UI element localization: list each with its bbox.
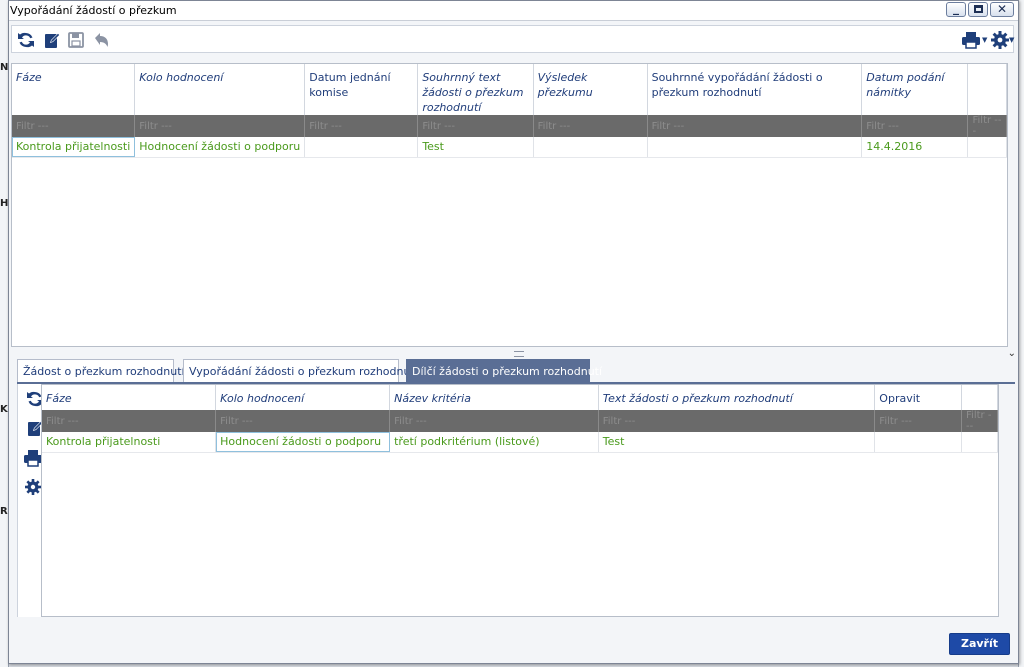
settings-icon[interactable] (990, 30, 1010, 50)
table-cell[interactable] (533, 137, 648, 158)
column-header-extra[interactable] (967, 64, 1007, 115)
print-icon[interactable] (961, 30, 983, 50)
column-header-datum-jednani-komise[interactable]: Datum jednání komise (304, 64, 419, 115)
table-cell[interactable]: třetí podkritérium (listové) (389, 432, 599, 453)
column-header-vysledek-prezkumu[interactable]: Výsledek přezkumu (533, 64, 648, 115)
table-cell[interactable]: Test (417, 137, 534, 158)
filter-input[interactable]: Filtr --- (12, 115, 136, 137)
maximize-button[interactable] (968, 2, 988, 17)
column-header-opravit[interactable]: Opravit (874, 385, 963, 410)
tab-dilci-zadosti[interactable]: Dílčí žádosti o přezkum rozhodnutí (406, 359, 602, 383)
filter-input[interactable]: Filtr --- (961, 410, 998, 432)
filter-row: Filtr --- Filtr --- Filtr --- Filtr --- … (12, 115, 1007, 137)
close-button[interactable]: ✕ (990, 2, 1014, 17)
bottom-grid: Fáze Kolo hodnocení Název kritéria Text … (41, 384, 999, 617)
filter-input[interactable]: Filtr --- (215, 410, 391, 432)
filter-input[interactable]: Filtr --- (874, 410, 963, 432)
bottom-grid-header: Fáze Kolo hodnocení Název kritéria Text … (42, 385, 998, 410)
table-cell[interactable]: Kontrola přijatelnosti (12, 137, 136, 158)
main-toolbar: ▼ ▼ (11, 25, 1014, 53)
column-header-extra[interactable] (961, 385, 998, 410)
table-row[interactable]: Kontrola přijatelnosti Hodnocení žádosti… (12, 137, 1007, 158)
filter-input[interactable]: Filtr --- (598, 410, 876, 432)
edit-icon[interactable] (42, 30, 62, 50)
refresh-icon[interactable] (16, 30, 36, 50)
filter-input[interactable]: Filtr --- (533, 115, 648, 137)
close-dialog-button[interactable]: Zavřít (949, 633, 1010, 655)
background-letter: R (0, 506, 8, 517)
undo-icon[interactable] (91, 30, 111, 50)
filter-input[interactable]: Filtr --- (134, 115, 306, 137)
minimize-button[interactable]: _ (946, 1, 966, 17)
filter-input[interactable]: Filtr --- (389, 410, 599, 432)
column-header-datum-podani-namitky[interactable]: Datum podání námitky (861, 64, 969, 115)
column-header-text-zadosti[interactable]: Text žádosti o přezkum rozhodnutí (598, 385, 876, 410)
table-cell[interactable] (874, 432, 963, 453)
table-cell[interactable]: Hodnocení žádosti o podporu (215, 432, 391, 453)
filter-input[interactable]: Filtr --- (42, 410, 217, 432)
print-dropdown-icon[interactable]: ▼ (982, 36, 987, 44)
window-title: Vypořádání žádostí o přezkum (10, 4, 177, 17)
filter-input[interactable]: Filtr --- (304, 115, 419, 137)
filter-input[interactable]: Filtr --- (647, 115, 863, 137)
bottom-grid-table: Fáze Kolo hodnocení Název kritéria Text … (42, 385, 998, 453)
column-header-kolo-hodnoceni[interactable]: Kolo hodnocení (215, 385, 391, 410)
background-letter: K (0, 404, 8, 415)
table-cell[interactable] (961, 432, 998, 453)
dialog-window: Vypořádání žádostí o přezkum _ ✕ ▼ ▼ Fáz… (8, 0, 1019, 664)
pane-splitter[interactable] (514, 351, 524, 357)
column-header-souhrnny-text[interactable]: Souhrnný text žádosti o přezkum rozhodnu… (417, 64, 534, 115)
tab-vyporadani-zadosti[interactable]: Vypořádání žádosti o přezkum rozhodnutí (183, 359, 418, 383)
top-grid-header: Fáze Kolo hodnocení Datum jednání komise… (12, 64, 1007, 115)
tab-zadost-o-prezkum[interactable]: Žádost o přezkum rozhodnutí (17, 359, 185, 383)
collapse-chevron-icon[interactable]: ⌄ (1008, 348, 1016, 359)
table-cell[interactable] (304, 137, 419, 158)
column-header-nazev-kriteria[interactable]: Název kritéria (389, 385, 599, 410)
settings-dropdown-icon[interactable]: ▼ (1009, 36, 1014, 44)
table-cell[interactable]: Test (598, 432, 876, 453)
table-row[interactable]: Kontrola přijatelnosti Hodnocení žádosti… (42, 432, 998, 453)
window-controls: _ ✕ (946, 1, 1014, 17)
filter-input[interactable]: Filtr --- (967, 115, 1007, 137)
table-cell[interactable] (967, 137, 1007, 158)
table-cell[interactable]: 14.4.2016 (861, 137, 969, 158)
column-header-faze[interactable]: Fáze (42, 385, 217, 410)
filter-input[interactable]: Filtr --- (861, 115, 969, 137)
title-bar: Vypořádání žádostí o přezkum _ ✕ (9, 1, 1018, 21)
filter-input[interactable]: Filtr --- (417, 115, 534, 137)
table-cell[interactable]: Kontrola přijatelnosti (42, 432, 217, 453)
table-cell[interactable]: Hodnocení žádosti o podporu (134, 137, 306, 158)
top-grid: Fáze Kolo hodnocení Datum jednání komise… (11, 63, 1008, 347)
top-grid-table: Fáze Kolo hodnocení Datum jednání komise… (12, 64, 1007, 158)
save-icon[interactable] (66, 30, 86, 50)
column-header-souhrnne-vyporadani[interactable]: Souhrnné vypořádání žádosti o přezkum ro… (647, 64, 863, 115)
column-header-faze[interactable]: Fáze (12, 64, 136, 115)
column-header-kolo-hodnoceni[interactable]: Kolo hodnocení (134, 64, 306, 115)
table-cell[interactable] (647, 137, 863, 158)
filter-row: Filtr --- Filtr --- Filtr --- Filtr --- … (42, 410, 998, 432)
